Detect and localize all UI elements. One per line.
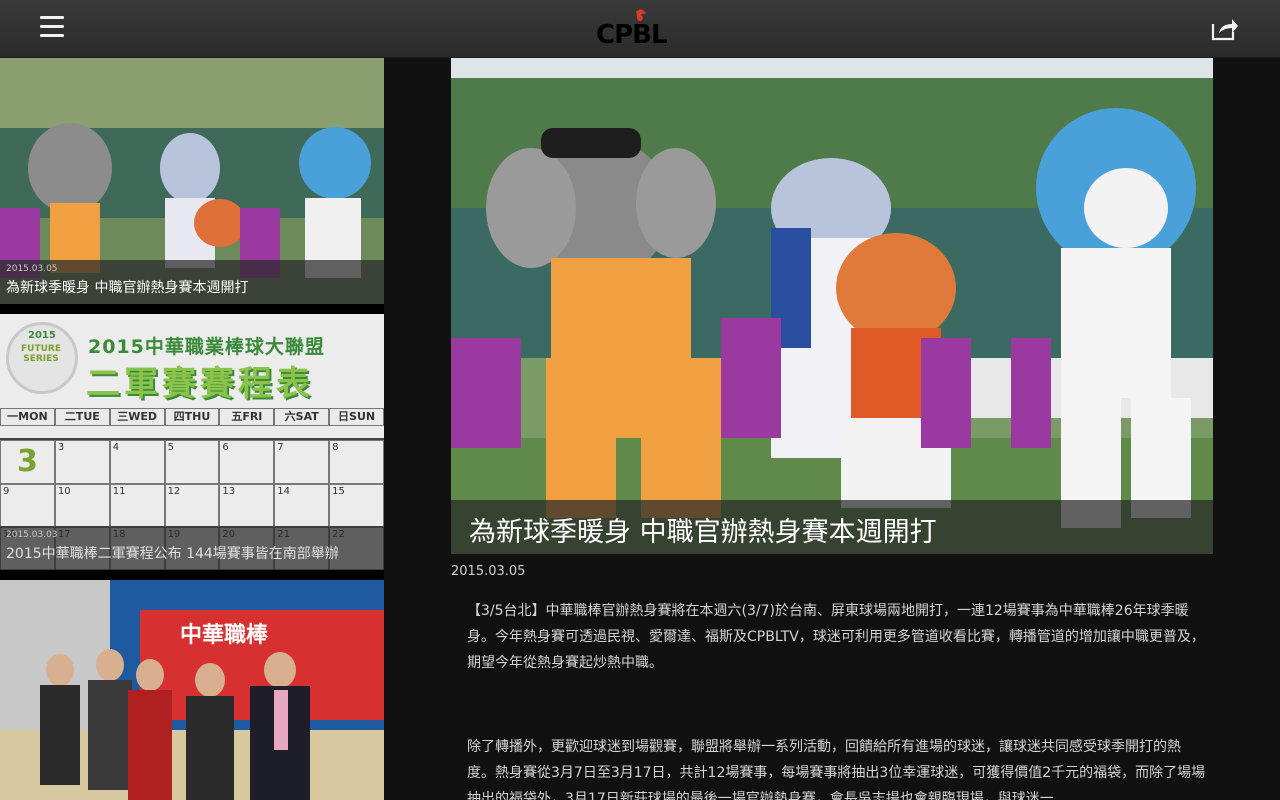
news-list: 2015.03.05 為新球季暖身 中職官辦熱身賽本週開打 2015 FUTUR… (0, 58, 384, 800)
calendar-cell: 6 (219, 440, 275, 484)
cpbl-logo: CPBL (592, 6, 688, 50)
news-date: 2015.03.03 (6, 530, 58, 540)
weekday: 四THU (164, 408, 220, 426)
calendar-cell: 4 (109, 440, 165, 484)
calendar-cell: 7 (274, 440, 330, 484)
news-title: 為新球季暖身 中職官辦熱身賽本週開打 (6, 280, 249, 296)
calendar-cell: 9 (0, 484, 55, 527)
weekday: 二TUE (54, 408, 110, 426)
news-list-item[interactable]: 2015.03.05 為新球季暖身 中職官辦熱身賽本週開打 (0, 58, 384, 304)
news-title: 2015中華職棒二軍賽程公布 144場賽事皆在南部舉辦 (6, 546, 339, 562)
schedule-weekdays: 一MON 二TUE 三WED 四THU 五FRI 六SAT 日SUN (0, 408, 384, 426)
calendar-cell: 3 (54, 440, 110, 484)
calendar-cell: 15 (329, 484, 384, 527)
weekday: 六SAT (274, 408, 330, 426)
calendar-cell: 10 (54, 484, 110, 527)
logo-text: CPBL (596, 20, 668, 50)
banner-text: 中華職棒 (180, 622, 269, 648)
calendar-cell: 13 (219, 484, 275, 527)
top-app-bar: CPBL (0, 0, 1280, 58)
news-list-item[interactable]: 中華職棒 (0, 580, 384, 800)
weekday: 三WED (109, 408, 165, 426)
calendar-cell: 8 (329, 440, 384, 484)
weekday: 一MON (0, 408, 55, 426)
calendar-cell: 14 (274, 484, 330, 527)
calendar-cell: 12 (164, 484, 220, 527)
article-title: 為新球季暖身 中職官辦熱身賽本週開打 (469, 517, 937, 548)
news-list-item[interactable]: 2015 FUTURE SERIES 2015中華職業棒球大聯盟 二軍賽賽程表 … (0, 314, 384, 570)
news-caption: 2015.03.03 2015中華職棒二軍賽程公布 144場賽事皆在南部舉辦 (0, 526, 384, 570)
schedule-badge-text: FUTURE SERIES (21, 344, 61, 364)
article-paragraph: 【3/5台北】中華職棒官辦熱身賽將在本週六(3/7)於台南、屏東球場兩地開打，一… (467, 603, 1205, 671)
news-caption: 2015.03.05 為新球季暖身 中職官辦熱身賽本週開打 (0, 260, 384, 304)
mascots-photo (451, 58, 1213, 554)
weekday: 五FRI (219, 408, 275, 426)
schedule-heading: 2015中華職業棒球大聯盟 (88, 336, 325, 358)
article-hero: 為新球季暖身 中職官辦熱身賽本週開打 (451, 58, 1213, 554)
share-icon[interactable] (1210, 16, 1244, 44)
calendar-cell: 11 (109, 484, 165, 527)
schedule-year: 2015 (28, 330, 56, 341)
schedule-subheading: 二軍賽賽程表 (86, 364, 314, 404)
hamburger-menu-icon[interactable] (30, 16, 74, 44)
calendar-cell: 5 (164, 440, 220, 484)
article-paragraph: 除了轉播外，更歡迎球迷到場觀賽，聯盟將舉辦一系列活動，回饋給所有進場的球迷，讓球… (467, 739, 1206, 800)
news-date: 2015.03.05 (6, 264, 58, 274)
calendar-cell: 3 (0, 440, 55, 484)
article-title-bar: 為新球季暖身 中職官辦熱身賽本週開打 (451, 500, 1213, 554)
article-date: 2015.03.05 (451, 564, 526, 579)
weekday: 日SUN (329, 408, 384, 426)
press-conference-photo-thumb: 中華職棒 (0, 580, 384, 800)
